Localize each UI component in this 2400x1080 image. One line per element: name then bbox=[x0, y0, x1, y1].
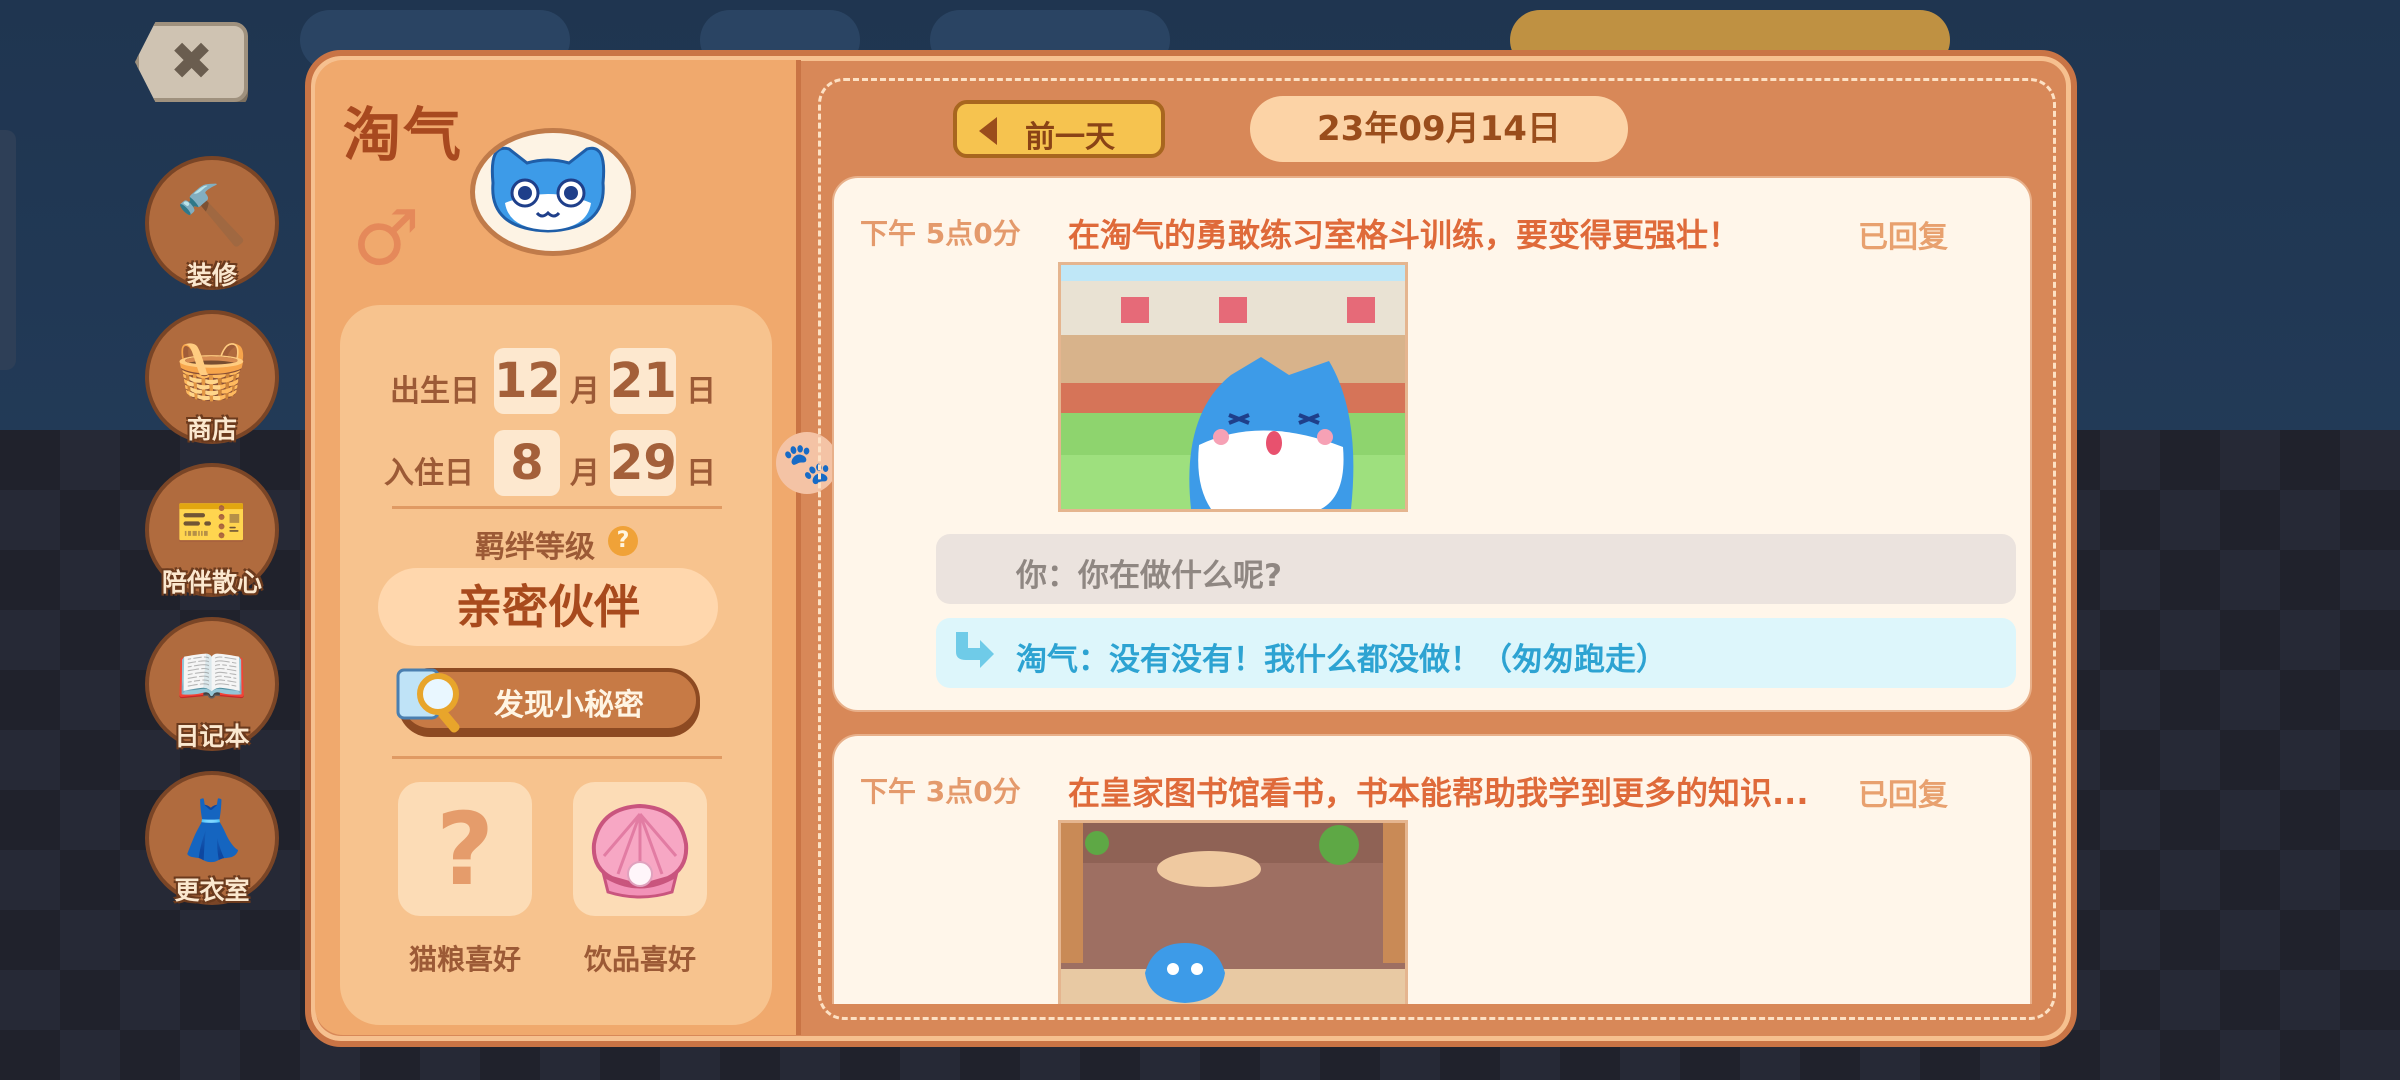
nav-item-shop[interactable]: 🧺 商店 bbox=[145, 310, 279, 444]
entry-status: 已回复 bbox=[1858, 778, 1948, 813]
cat-avatar bbox=[470, 128, 636, 256]
day-unit: 日 bbox=[686, 456, 716, 491]
diary-entry: 下午 5点0分 在淘气的勇敢练习室格斗训练，要变得更强壮！ 已回复 你：你在做什… bbox=[832, 176, 2032, 712]
month-unit: 月 bbox=[570, 374, 600, 409]
nav-label: 陪伴散心 bbox=[161, 568, 262, 597]
male-icon: ♂ bbox=[352, 193, 421, 282]
birthday-day: 21 bbox=[610, 348, 677, 414]
entry-status: 已回复 bbox=[1858, 220, 1948, 255]
nav-label: 日记本 bbox=[174, 722, 250, 751]
side-tab[interactable] bbox=[0, 130, 16, 370]
diary-date: 23年09月14日 bbox=[1250, 96, 1628, 162]
cat-food-preference[interactable]: ? bbox=[398, 782, 532, 916]
cat-reply-text: 淘气：没有没有！我什么都没做！（匆匆跑走） bbox=[1016, 642, 1667, 678]
divider bbox=[392, 756, 722, 759]
cat-reply-bubble: 淘气：没有没有！我什么都没做！（匆匆跑走） bbox=[936, 618, 2016, 688]
day-unit: 日 bbox=[686, 374, 716, 409]
nav-item-decorate[interactable]: 🔨 装修 bbox=[145, 156, 279, 290]
wardrobe-icon: 👗 bbox=[175, 795, 249, 864]
ticket-icon: 🎫 bbox=[175, 487, 249, 556]
entry-photo[interactable] bbox=[1058, 262, 1408, 512]
month-unit: 月 bbox=[570, 456, 600, 491]
cat-food-preference-label: 猫粮喜好 bbox=[408, 943, 521, 976]
discover-secret-button[interactable]: 发现小秘密 bbox=[396, 668, 700, 733]
user-reply-bubble: 你：你在做什么呢? bbox=[936, 534, 2016, 604]
diary-icon: 📖 bbox=[175, 641, 249, 710]
move-in-label: 入住日 bbox=[384, 456, 474, 491]
close-icon: ✖ bbox=[169, 32, 214, 92]
nav-label: 装修 bbox=[186, 261, 237, 290]
basket-icon: 🧺 bbox=[175, 334, 249, 403]
nav-item-diary[interactable]: 📖 日记本 bbox=[145, 617, 279, 751]
nav-item-walk[interactable]: 🎫 陪伴散心 bbox=[145, 463, 279, 597]
close-button[interactable]: ✖ bbox=[135, 22, 248, 102]
bond-level-label: 羁绊等级 bbox=[475, 530, 595, 565]
move-in-day: 29 bbox=[610, 430, 677, 496]
bond-level-value: 亲密伙伴 bbox=[378, 568, 718, 646]
diary-entry: 下午 3点0分 在皇家图书馆看书，书本能帮助我学到更多的知识... 已回复 bbox=[832, 734, 2032, 1004]
entry-text: 在淘气的勇敢练习室格斗训练，要变得更强壮！ bbox=[1068, 216, 1741, 254]
help-icon[interactable]: ? bbox=[608, 526, 638, 556]
user-reply-text: 你：你在做什么呢? bbox=[1016, 558, 1282, 594]
divider bbox=[392, 506, 722, 509]
drink-preference-label: 饮品喜好 bbox=[583, 943, 696, 976]
reply-arrow-icon bbox=[956, 632, 994, 668]
entry-time: 下午 3点0分 bbox=[860, 775, 1021, 808]
move-in-month: 8 bbox=[494, 430, 560, 496]
nav-label: 商店 bbox=[186, 415, 237, 444]
magnifier-icon bbox=[392, 660, 470, 738]
entry-time: 下午 5点0分 bbox=[860, 217, 1021, 250]
shell-icon bbox=[591, 803, 689, 899]
hammer-icon: 🔨 bbox=[175, 180, 249, 249]
diary-entries[interactable]: 下午 5点0分 在淘气的勇敢练习室格斗训练，要变得更强壮！ 已回复 你：你在做什… bbox=[830, 176, 2034, 1004]
drink-preference[interactable] bbox=[573, 782, 707, 916]
cat-name: 淘气 bbox=[343, 101, 464, 169]
birthday-month: 12 bbox=[494, 348, 561, 414]
entry-text: 在皇家图书馆看书，书本能帮助我学到更多的知识... bbox=[1068, 774, 1809, 812]
discover-secret-label: 发现小秘密 bbox=[494, 688, 644, 723]
arrow-left-icon bbox=[979, 117, 997, 145]
cat-face-icon bbox=[490, 146, 606, 233]
nav-item-wardrobe[interactable]: 👗 更衣室 bbox=[145, 771, 279, 905]
nav-label: 更衣室 bbox=[174, 876, 250, 905]
previous-day-label: 前一天 bbox=[1025, 120, 1115, 155]
previous-day-button[interactable]: 前一天 bbox=[953, 100, 1165, 158]
unknown-icon: ? bbox=[435, 790, 494, 908]
birthday-label: 出生日 bbox=[390, 374, 480, 409]
entry-photo[interactable] bbox=[1058, 820, 1408, 1004]
